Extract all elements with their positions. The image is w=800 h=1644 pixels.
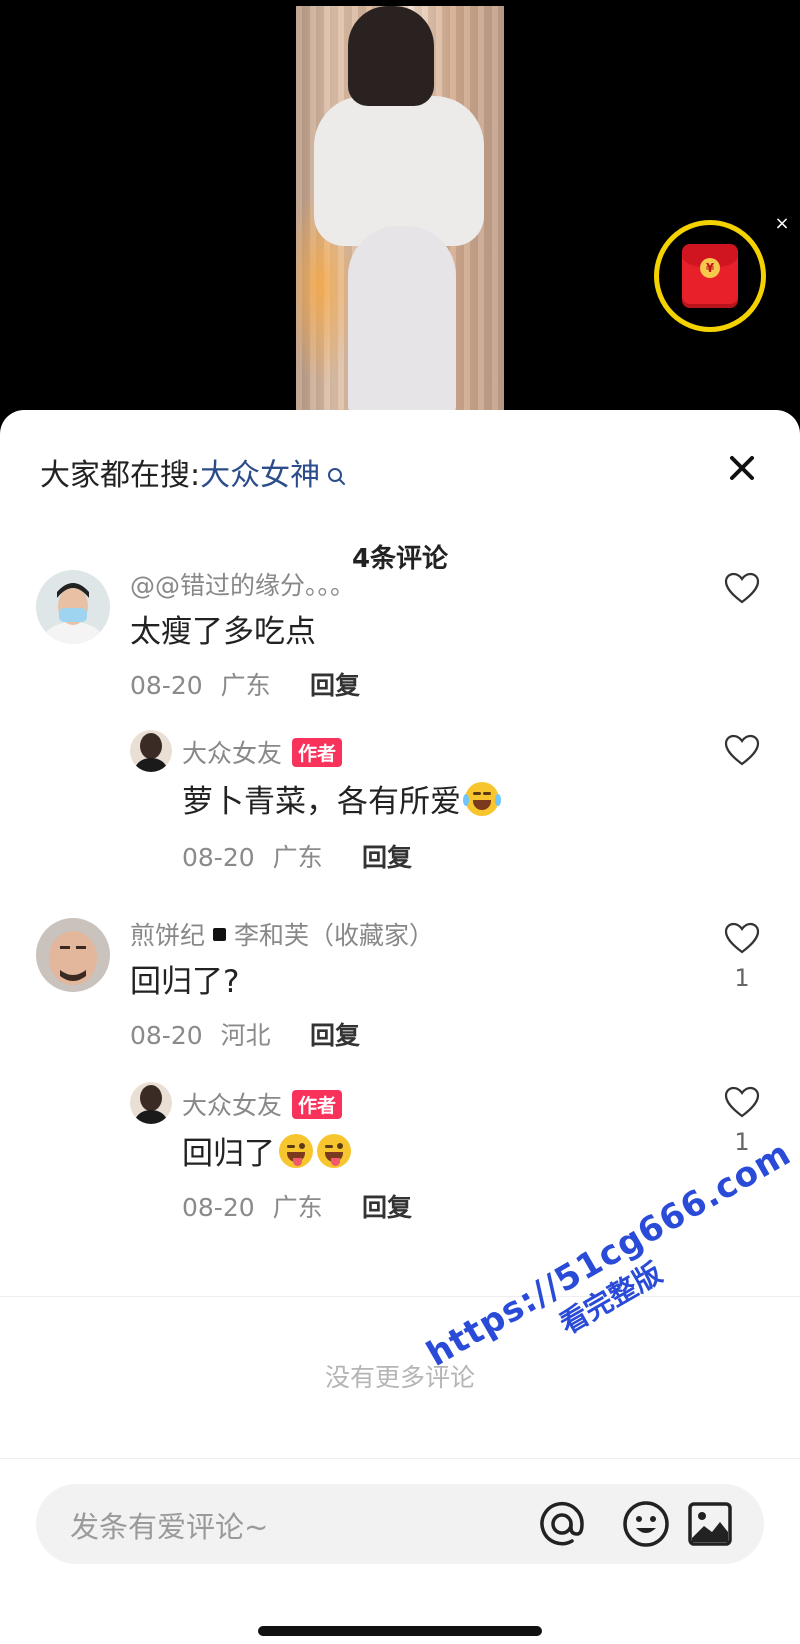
comment-sheet: 大家都在搜: 大众女神 4条评论 @@错过的缘分。。。 太瘦了多吃点 08-20… [0,410,800,1644]
comment-username[interactable]: @@错过的缘分。。。 [130,566,355,602]
comment-text: 太瘦了多吃点 [130,614,316,650]
reply-text-content: 回归了 [182,1136,275,1172]
comment-meta: 08-20 河北 [130,1016,271,1052]
video-figure-torso [314,96,484,246]
home-indicator[interactable] [258,1626,542,1636]
image-icon[interactable] [684,1498,736,1550]
reply-username[interactable]: 大众女友 作者 [182,1086,343,1122]
comment-location: 河北 [220,1021,271,1050]
reply-date: 08-20 [182,843,255,872]
emoji-icon[interactable] [620,1498,672,1550]
red-packet-close-icon[interactable]: × [772,214,792,234]
like-button[interactable] [724,572,760,614]
video-frame[interactable] [296,6,504,411]
like-count: 1 [734,964,750,992]
winking-face-with-tongue-icon [317,1133,351,1168]
video-figure-legs [348,226,456,411]
comment-location: 广东 [220,671,271,700]
video-figure-hair [348,6,434,106]
reply-text-content: 萝卜青菜，各有所爱 [182,784,461,820]
red-packet-icon: ¥ [682,244,738,308]
trending-search-prefix: 大家都在搜: [40,458,201,493]
heart-icon [724,734,760,766]
divider [0,1296,800,1297]
avatar[interactable] [130,1082,172,1124]
reply-meta: 08-20 广东 [182,838,323,874]
trending-search[interactable]: 大家都在搜: 大众女神 [40,450,348,494]
reply-username-text: 大众女友 [182,1091,283,1120]
winking-face-with-tongue-icon [279,1133,313,1168]
comment-date: 08-20 [130,1021,203,1050]
video-player[interactable]: ¥ × [0,0,800,420]
comment-input[interactable]: 发条有爱评论~ [36,1484,764,1564]
comment-input-placeholder: 发条有爱评论~ [70,1510,269,1544]
comment-username[interactable]: 煎饼纪 李和芙（收藏家） [130,916,434,952]
search-icon [326,461,348,485]
reply-text: 回归了 [182,1128,351,1173]
avatar[interactable] [36,918,110,992]
reply-date: 08-20 [182,1193,255,1222]
heart-icon [724,1086,760,1118]
reply-username[interactable]: 大众女友 作者 [182,734,343,770]
divider [0,1458,800,1459]
comment-count: 4条评论 [351,544,449,574]
comment-date: 08-20 [130,671,203,700]
comment-username-part1: 煎饼纪 [130,921,206,950]
reply-button[interactable]: 回复 [362,1188,412,1224]
comment-username-part2: 李和芙（收藏家） [234,921,435,950]
reply-button[interactable]: 回复 [310,1016,360,1052]
at-mention-icon[interactable] [536,1498,588,1550]
like-button[interactable] [724,734,760,776]
heart-icon [724,572,760,604]
reply-button[interactable]: 回复 [362,838,412,874]
author-badge: 作者 [292,1089,343,1119]
reply-location: 广东 [272,1193,323,1222]
trending-search-keyword[interactable]: 大众女神 [200,450,320,494]
reply-text: 萝卜青菜，各有所爱 [182,776,501,821]
black-square-icon [213,927,227,941]
avatar[interactable] [130,730,172,772]
close-icon[interactable] [722,448,762,488]
no-more-comments: 没有更多评论 [324,1363,475,1392]
reply-button[interactable]: 回复 [310,666,360,702]
reply-location: 广东 [272,843,323,872]
like-button[interactable]: 1 [724,922,760,992]
comment-text: 回归了? [130,964,240,1000]
reply-username-text: 大众女友 [182,739,283,768]
author-badge: 作者 [292,737,343,767]
heart-icon [724,922,760,954]
red-packet-button[interactable]: ¥ [654,220,766,332]
comment-meta: 08-20 广东 [130,666,271,702]
face-with-tears-of-joy-icon [463,781,501,816]
avatar[interactable] [36,570,110,644]
reply-meta: 08-20 广东 [182,1188,323,1224]
